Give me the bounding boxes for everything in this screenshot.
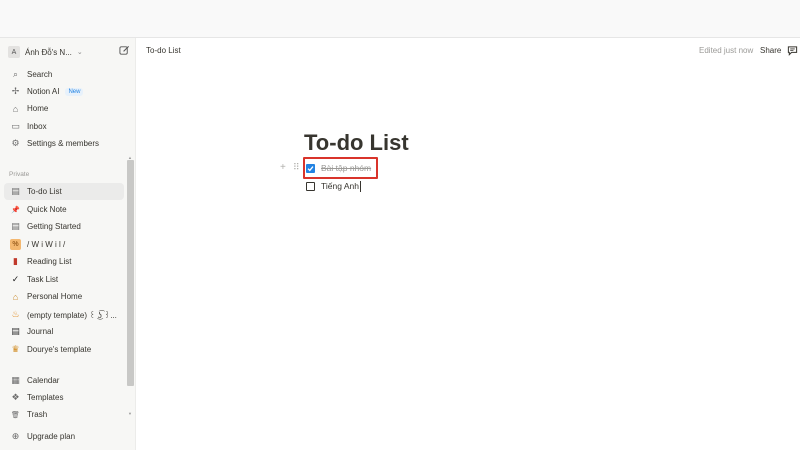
comment-icon[interactable] [787, 45, 798, 56]
add-block-plus-icon[interactable]: + [280, 162, 286, 173]
sidebar-item-label: (empty template) ꒰ ͜ʖ͡ ꒱... [27, 311, 117, 320]
sidebar-item-calendar[interactable]: ▦ Calendar [4, 372, 124, 389]
highlight-annotation-box [303, 157, 378, 179]
sidebar-item-label: Trash [27, 410, 48, 419]
sidebar-item-upgrade-plan[interactable]: ⊕ Upgrade plan [4, 428, 124, 445]
edited-status: Edited just now [699, 46, 754, 55]
sidebar-page-todo-list[interactable]: ▤ To-do List [4, 183, 124, 200]
sidebar-page-task-list[interactable]: ✓ Task List [4, 271, 124, 288]
trash-icon: 🗑 [11, 411, 20, 419]
text-cursor [359, 180, 361, 192]
sidebar-item-label: Home [27, 104, 49, 113]
house-icon: ⌂ [12, 291, 19, 302]
scroll-down-arrow-icon[interactable]: ▼ [128, 411, 132, 416]
sidebar-item-label: Search [27, 70, 53, 79]
sidebar-item-label: Notion AI [27, 87, 60, 96]
sidebar-item-label: Settings & members [27, 139, 100, 148]
crown-icon: ♛ [11, 344, 20, 354]
sidebar-page-quick-note[interactable]: 📌 Quick Note [4, 201, 124, 218]
notion-ai-icon: ✢ [11, 86, 20, 96]
page-title[interactable]: To-do List [304, 130, 409, 156]
browser-top-bar [0, 0, 800, 38]
sidebar-item-label: Quick Note [27, 205, 67, 214]
checkmark-icon: ✓ [11, 274, 20, 284]
sidebar-item-trash[interactable]: 🗑 Trash [4, 406, 124, 423]
sidebar: A Ánh Đỗ's N... ⌄ ⌕ Search ✢ Notion AI N… [0, 38, 136, 450]
sidebar-item-label: Personal Home [27, 292, 83, 301]
share-button[interactable]: Share [760, 46, 781, 55]
sidebar-item-label: Upgrade plan [27, 432, 76, 441]
sidebar-item-label: Dourye's template [27, 345, 92, 354]
percent-icon: % [10, 239, 21, 250]
sidebar-item-label: Getting Started [27, 222, 81, 231]
inbox-icon: ▭ [11, 121, 20, 131]
sidebar-page-dourye-template[interactable]: ♛ Dourye's template [4, 341, 124, 358]
sidebar-item-home[interactable]: ⌂ Home [4, 100, 124, 117]
new-page-icon[interactable] [119, 45, 130, 56]
sidebar-item-label: Templates [27, 393, 64, 402]
sidebar-item-settings[interactable]: ⚙ Settings & members [4, 135, 124, 152]
sidebar-page-empty-template[interactable]: ♨ (empty template) ꒰ ͜ʖ͡ ꒱... [4, 306, 124, 323]
pushpin-icon: 📌 [11, 206, 20, 214]
sidebar-item-search[interactable]: ⌕ Search [4, 66, 124, 83]
chevron-down-icon: ⌄ [76, 49, 83, 56]
gear-icon: ⚙ [11, 138, 20, 148]
sidebar-page-getting-started[interactable]: ▤ Getting Started [4, 218, 124, 235]
workspace-name: Ánh Đỗ's N... [25, 47, 72, 57]
sidebar-page-reading-list[interactable]: ▮ Reading List [4, 253, 124, 270]
sidebar-item-templates[interactable]: ❖ Templates [4, 389, 124, 406]
sidebar-item-label: Task List [27, 275, 59, 284]
breadcrumb[interactable]: To-do List [146, 46, 181, 55]
home-icon: ⌂ [12, 103, 19, 114]
sidebar-item-label: Reading List [27, 257, 72, 266]
todo-text[interactable]: Tiếng Anh [321, 181, 359, 191]
page-content: To-do List Edited just now Share To-do L… [136, 38, 800, 450]
sidebar-scrollbar[interactable] [127, 160, 134, 386]
page-icon: ▤ [11, 186, 20, 196]
sidebar-page-wiwil[interactable]: % / W i W i l / [4, 236, 124, 253]
journal-icon: ▤ [11, 326, 20, 336]
book-icon: ▮ [13, 256, 18, 266]
search-icon: ⌕ [12, 69, 19, 79]
templates-icon: ❖ [11, 392, 20, 402]
sidebar-item-label: To-do List [27, 187, 62, 196]
workspace-avatar: A [8, 46, 20, 58]
todo-checkbox-unchecked[interactable] [306, 181, 315, 191]
sidebar-item-label: Inbox [27, 122, 47, 131]
sidebar-item-label: Journal [27, 327, 54, 336]
workspace-switcher[interactable]: A Ánh Đỗ's N... ⌄ [8, 44, 130, 60]
sidebar-item-inbox[interactable]: ▭ Inbox [4, 118, 124, 135]
todo-item[interactable]: Tiếng Anh [306, 179, 361, 193]
sidebar-page-personal-home[interactable]: ⌂ Personal Home [4, 288, 124, 305]
calendar-icon: ▦ [11, 375, 20, 385]
new-badge: New [65, 87, 84, 96]
sidebar-item-label: Calendar [27, 376, 60, 385]
sidebar-page-journal[interactable]: ▤ Journal [4, 323, 124, 340]
sidebar-item-notion-ai[interactable]: ✢ Notion AI New [4, 83, 124, 100]
private-section-label: Private [9, 171, 30, 178]
drag-handle-icon[interactable]: ⠿ [293, 162, 300, 173]
sidebar-item-label: / W i W i l / [27, 240, 66, 249]
page-icon: ▤ [11, 221, 20, 231]
upgrade-icon: ⊕ [11, 431, 20, 441]
flame-icon: ♨ [11, 309, 20, 319]
